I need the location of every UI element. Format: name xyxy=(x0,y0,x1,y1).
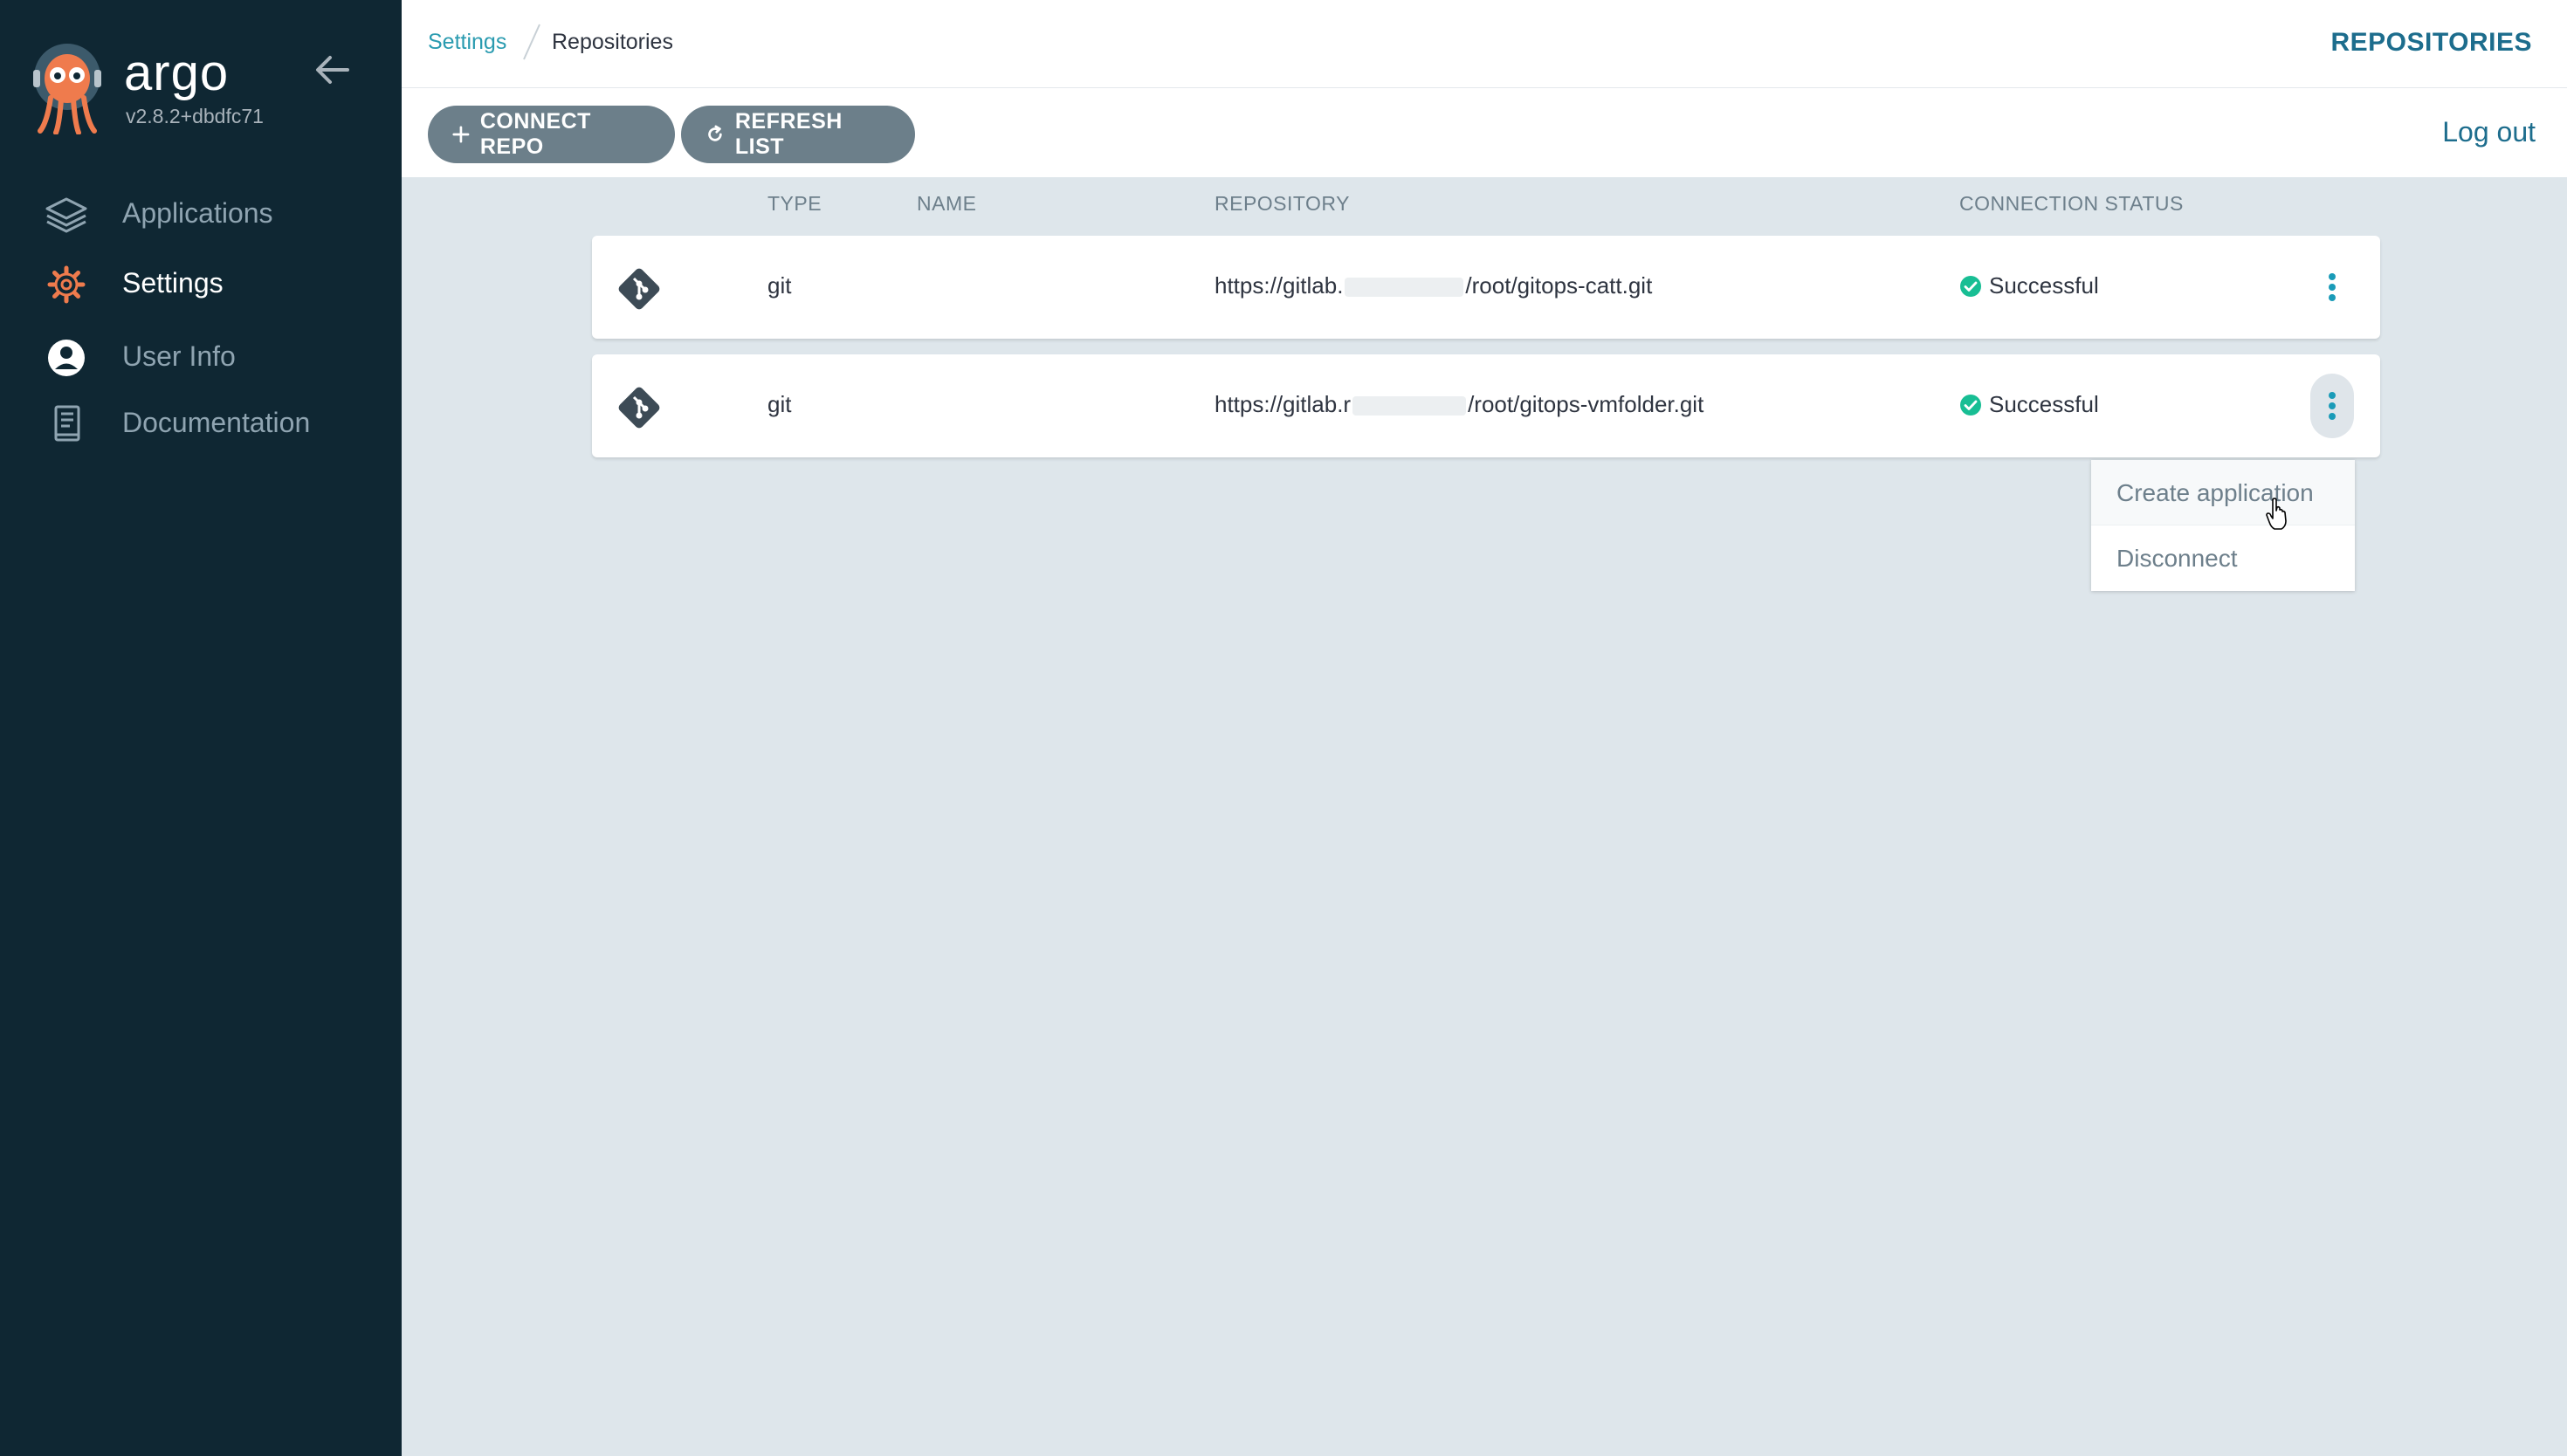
kebab-menu-icon xyxy=(2329,273,2336,301)
repo-type: git xyxy=(767,391,792,417)
git-icon xyxy=(618,268,660,310)
user-icon xyxy=(48,340,85,376)
gear-icon xyxy=(47,265,86,304)
breadcrumb-current: Repositories xyxy=(552,30,673,54)
column-header-type: TYPE xyxy=(767,192,822,215)
status-text: Successful xyxy=(1989,391,2099,417)
table-row[interactable]: git https://gitlab.r/root/gitops-vmfolde… xyxy=(592,354,2380,457)
sidebar-item-documentation[interactable]: Documentation xyxy=(0,391,402,454)
toolbar: CONNECT REPO REFRESH LIST Log out xyxy=(402,88,2567,177)
connect-repo-label: CONNECT REPO xyxy=(479,109,591,159)
logout-link[interactable]: Log out xyxy=(2442,116,2536,148)
connection-status: Successful xyxy=(1959,272,2099,299)
create-application-menu-item[interactable]: Create application xyxy=(2091,460,2355,525)
argo-logo-icon xyxy=(33,44,101,134)
hand-pointer-cursor-icon xyxy=(2266,498,2287,530)
git-icon xyxy=(618,387,660,429)
sidebar-item-applications[interactable]: Applications xyxy=(0,182,402,244)
sidebar-item-settings[interactable]: Settings xyxy=(0,251,402,314)
breadcrumb-separator-icon xyxy=(523,24,540,60)
status-text: Successful xyxy=(1989,272,2099,299)
sidebar-item-label: Documentation xyxy=(122,407,311,438)
kebab-menu-icon xyxy=(2329,392,2336,420)
layers-icon xyxy=(45,197,87,233)
repo-type: git xyxy=(767,272,792,299)
refresh-icon xyxy=(708,125,722,141)
sidebar-item-user-info[interactable]: User Info xyxy=(0,325,402,388)
app-version: v2.8.2+dbdfc71 xyxy=(126,105,264,127)
redacted-text xyxy=(1352,396,1467,416)
row-actions-button[interactable] xyxy=(2310,374,2354,438)
repo-url: https://gitlab.r/root/gitops-vmfolder.gi… xyxy=(1215,391,1703,418)
check-circle-icon xyxy=(1960,394,1981,416)
repo-url-prefix: https://gitlab. xyxy=(1215,272,1344,299)
sidebar: argo v2.8.2+dbdfc71 Applications Setting… xyxy=(0,0,402,1456)
repo-url-suffix: /root/gitops-vmfolder.git xyxy=(1468,391,1704,417)
row-actions-button[interactable] xyxy=(2310,255,2354,319)
refresh-list-label: REFRESH LIST xyxy=(734,109,843,159)
app-name: argo xyxy=(124,45,230,101)
repo-url: https://gitlab. /root/gitops-catt.git xyxy=(1215,272,1652,299)
column-header-repository: REPOSITORY xyxy=(1215,192,1350,215)
collapse-sidebar-icon[interactable] xyxy=(313,54,353,86)
column-header-connection-status: CONNECTION STATUS xyxy=(1959,192,2184,215)
redacted-text xyxy=(1345,278,1464,298)
connect-repo-button[interactable]: CONNECT REPO xyxy=(428,106,675,163)
repo-url-prefix: https://gitlab.r xyxy=(1215,391,1352,417)
top-bar: Settings Repositories REPOSITORIES xyxy=(402,0,2567,88)
table-row[interactable]: git https://gitlab. /root/gitops-catt.git… xyxy=(592,236,2380,339)
disconnect-menu-item[interactable]: Disconnect xyxy=(2091,525,2355,591)
sidebar-item-label: User Info xyxy=(122,340,236,372)
repo-url-suffix: /root/gitops-catt.git xyxy=(1465,272,1653,299)
check-circle-icon xyxy=(1960,275,1981,297)
sidebar-item-label: Settings xyxy=(122,267,224,299)
book-icon xyxy=(54,405,80,442)
breadcrumb-settings-link[interactable]: Settings xyxy=(428,30,506,55)
sidebar-item-label: Applications xyxy=(122,197,273,229)
plus-icon xyxy=(452,126,470,143)
refresh-list-button[interactable]: REFRESH LIST xyxy=(681,106,915,163)
column-header-name: NAME xyxy=(917,192,977,215)
row-actions-menu: Create application Disconnect xyxy=(2091,460,2355,591)
connection-status: Successful xyxy=(1959,391,2099,418)
page-title: REPOSITORIES xyxy=(2330,28,2532,57)
